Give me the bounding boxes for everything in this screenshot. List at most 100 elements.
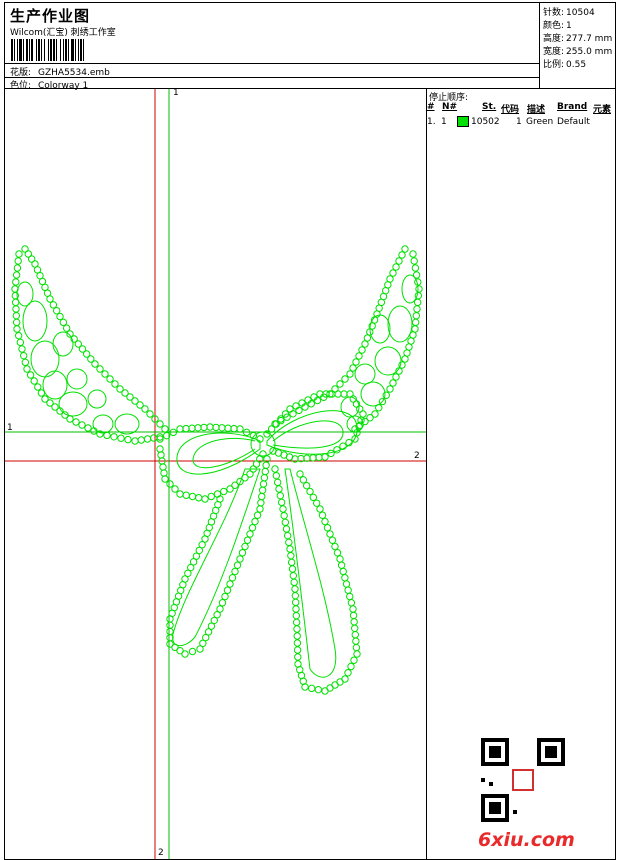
bead <box>341 574 349 582</box>
qr-code <box>481 738 565 822</box>
bead <box>303 454 311 462</box>
bead <box>321 517 329 526</box>
bead <box>231 567 239 576</box>
bead <box>248 524 257 532</box>
bead <box>346 592 354 601</box>
bead <box>292 611 301 620</box>
bead <box>392 373 400 381</box>
bead <box>395 257 403 265</box>
bead <box>146 410 154 418</box>
bead <box>131 437 139 445</box>
bead <box>351 631 359 639</box>
bead <box>257 499 265 507</box>
bead <box>392 263 400 271</box>
bead <box>315 453 323 462</box>
bead <box>344 669 352 677</box>
bead <box>23 365 31 373</box>
axis-label-h1: 1 <box>7 423 13 433</box>
bead <box>181 650 189 658</box>
bead <box>223 586 232 594</box>
bead <box>341 375 349 383</box>
bead <box>21 358 30 367</box>
bead <box>188 647 197 656</box>
row-brand: Default <box>557 117 590 127</box>
bead <box>156 445 164 453</box>
bead <box>351 624 359 632</box>
bead <box>340 390 348 398</box>
bead <box>331 542 339 551</box>
bead <box>206 423 214 431</box>
bead <box>309 493 318 502</box>
bead <box>301 683 309 691</box>
bead <box>261 467 269 476</box>
bead <box>258 486 267 494</box>
bead <box>15 250 23 258</box>
bead <box>389 269 397 277</box>
col-header-hash: # <box>427 102 435 112</box>
bead <box>314 685 323 694</box>
bead <box>66 415 74 423</box>
header-divider <box>5 63 539 64</box>
bead <box>262 461 270 469</box>
col-header-n: N# <box>442 102 458 112</box>
design-canvas: 1 1 2 2 <box>4 88 427 860</box>
bead <box>59 318 68 327</box>
bead <box>72 418 80 426</box>
bead <box>251 517 259 526</box>
bead <box>350 656 358 664</box>
bead <box>166 615 174 623</box>
page-title: 生产作业图 <box>10 7 91 25</box>
bead <box>256 505 264 513</box>
bead <box>318 511 327 519</box>
bead <box>321 453 329 461</box>
bead <box>238 549 247 557</box>
bead <box>410 257 418 265</box>
bead <box>275 485 283 493</box>
bead <box>12 278 20 286</box>
bead <box>137 436 145 444</box>
bead <box>161 425 169 433</box>
bead <box>49 301 58 309</box>
row-n: 1 <box>441 117 447 127</box>
bead <box>30 377 38 385</box>
bead <box>373 310 381 318</box>
bead <box>411 325 419 333</box>
bead <box>159 463 167 471</box>
stat-stitches: 针数: 10504 <box>543 8 595 18</box>
bead <box>200 423 208 432</box>
header-panel: 生产作业图 Wilcom(汇宝) 刺绣工作室 花版: GZHA5534.emb 色… <box>4 2 540 91</box>
bead <box>313 396 322 405</box>
bead <box>230 424 238 433</box>
row-desc: Green <box>526 117 554 127</box>
bead <box>292 618 301 627</box>
bead <box>342 580 351 588</box>
bead <box>26 371 35 379</box>
bead <box>412 311 421 320</box>
bead <box>411 264 420 272</box>
bead <box>182 424 190 433</box>
bead <box>389 379 397 387</box>
bead <box>13 264 22 272</box>
bead <box>46 295 54 303</box>
bead <box>141 405 149 413</box>
stat-height: 高度: 277.7 mm <box>543 34 613 44</box>
bead <box>312 499 321 507</box>
bead <box>241 542 249 551</box>
bead <box>361 340 369 348</box>
bead <box>143 435 152 443</box>
axis-label-v2: 2 <box>158 848 164 858</box>
bead <box>14 331 23 340</box>
bead <box>218 424 226 432</box>
bead <box>182 491 190 499</box>
bead <box>220 487 228 496</box>
bead <box>224 424 232 432</box>
bead <box>333 549 342 557</box>
bead <box>161 475 169 483</box>
bead <box>12 305 20 313</box>
bead <box>259 480 268 488</box>
bead <box>289 571 298 580</box>
bead <box>413 305 421 313</box>
bead <box>407 337 415 345</box>
bead <box>236 555 244 563</box>
bead <box>18 345 26 353</box>
